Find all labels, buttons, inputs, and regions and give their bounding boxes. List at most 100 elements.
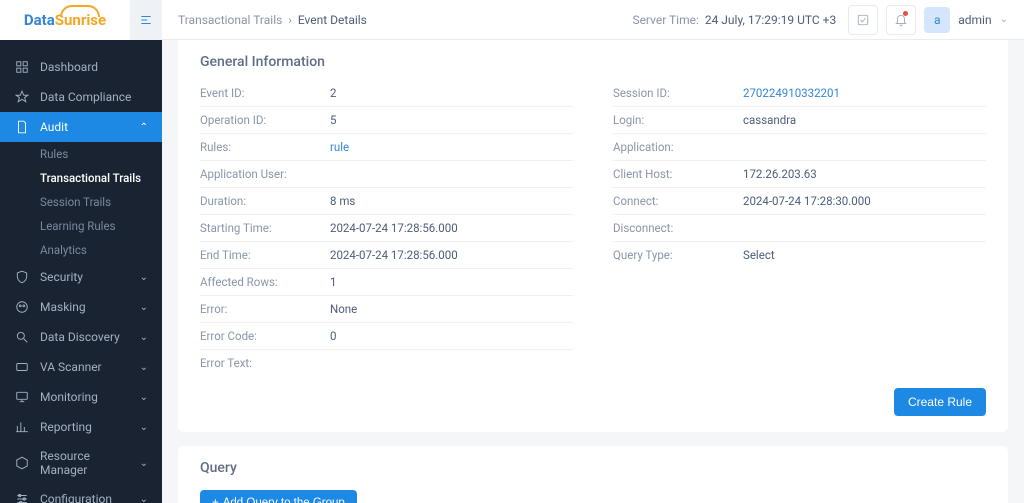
info-value: 1 — [330, 275, 336, 289]
info-left-column: Event ID:2Operation ID:5Rules:ruleApplic… — [200, 80, 573, 376]
info-label: Duration: — [200, 194, 330, 208]
nav: Dashboard Data Compliance Audit ⌃ Rules … — [0, 40, 162, 503]
sidebar-item-label: Dashboard — [40, 60, 98, 74]
info-label: Connect: — [613, 194, 743, 208]
sidebar-item-data-compliance[interactable]: Data Compliance — [0, 82, 162, 112]
sidebar-item-resource-manager[interactable]: Resource Manager ⌄ — [0, 442, 162, 484]
sidebar-item-configuration[interactable]: Configuration ⌄ — [0, 484, 162, 503]
sidebar-item-audit[interactable]: Audit ⌃ — [0, 112, 162, 142]
sidebar-collapse-button[interactable] — [130, 0, 162, 40]
logo[interactable]: DataSunrise — [0, 0, 130, 40]
info-label: Starting Time: — [200, 221, 330, 235]
breadcrumb-current: Event Details — [298, 13, 367, 27]
sidebar-item-reporting[interactable]: Reporting ⌄ — [0, 412, 162, 442]
chevron-down-icon: ⌄ — [140, 332, 148, 343]
info-row: Login:cassandra — [613, 107, 986, 134]
audit-subnav: Rules Transactional Trails Session Trail… — [0, 142, 162, 262]
document-icon — [14, 119, 30, 135]
bell-icon — [894, 13, 908, 27]
shield-icon — [14, 269, 30, 285]
info-label: Error Text: — [200, 356, 330, 370]
info-value: 2 — [330, 86, 336, 100]
user-name: admin — [958, 13, 991, 27]
add-query-button[interactable]: + Add Query to the Group — [200, 490, 357, 503]
info-row: Starting Time:2024-07-24 17:28:56.000 — [200, 215, 573, 242]
info-row: Operation ID:5 — [200, 107, 573, 134]
subnav-analytics[interactable]: Analytics — [0, 238, 162, 262]
chart-icon — [14, 419, 30, 435]
info-row: Rules:rule — [200, 134, 573, 161]
info-value: 172.26.203.63 — [743, 167, 817, 181]
sidebar-item-dashboard[interactable]: Dashboard — [0, 52, 162, 82]
sidebar-item-monitoring[interactable]: Monitoring ⌄ — [0, 382, 162, 412]
info-row: Duration:8 ms — [200, 188, 573, 215]
notifications-button[interactable] — [886, 5, 916, 35]
main: Transactional Trails › Event Details Ser… — [162, 0, 1024, 503]
chevron-down-icon: ⌄ — [140, 362, 148, 373]
sidebar-item-masking[interactable]: Masking ⌄ — [0, 292, 162, 322]
subnav-rules[interactable]: Rules — [0, 142, 162, 166]
resource-icon — [14, 455, 30, 471]
check-icon — [856, 13, 870, 27]
subnav-session-trails[interactable]: Session Trails — [0, 190, 162, 214]
info-row: Application: — [613, 134, 986, 161]
sidebar-item-va-scanner[interactable]: VA Scanner ⌄ — [0, 352, 162, 382]
sidebar-item-label: VA Scanner — [40, 360, 102, 374]
query-title: Query — [200, 460, 986, 476]
sidebar-item-label: Masking — [40, 300, 86, 314]
breadcrumb: Transactional Trails › Event Details — [178, 13, 367, 27]
info-label: Rules: — [200, 140, 330, 154]
chevron-down-icon: ⌄ — [1000, 14, 1008, 25]
checkbox-button[interactable] — [848, 5, 878, 35]
content: General Information Event ID:2Operation … — [162, 40, 1024, 503]
info-label: Application User: — [200, 167, 330, 181]
server-time: Server Time: 24 July, 17:29:19 UTC +3 — [632, 13, 836, 27]
user-menu[interactable]: a admin ⌄ — [924, 7, 1008, 33]
info-row: Affected Rows:1 — [200, 269, 573, 296]
info-label: Event ID: — [200, 86, 330, 100]
sidebar: DataSunrise Dashboard Data Compliance Au… — [0, 0, 162, 503]
chevron-up-icon: ⌃ — [140, 122, 148, 133]
star-icon — [14, 89, 30, 105]
sidebar-item-label: Configuration — [40, 492, 112, 503]
chevron-down-icon: ⌄ — [140, 494, 148, 503]
monitor-icon — [14, 389, 30, 405]
sidebar-item-security[interactable]: Security ⌄ — [0, 262, 162, 292]
sliders-icon — [14, 491, 30, 503]
subnav-transactional-trails[interactable]: Transactional Trails — [0, 166, 162, 190]
info-label: Application: — [613, 140, 743, 154]
info-row: Disconnect: — [613, 215, 986, 242]
mask-icon — [14, 299, 30, 315]
info-row: End Time:2024-07-24 17:28:56.000 — [200, 242, 573, 269]
query-card: Query + Add Query to the Group select * … — [178, 446, 1008, 503]
info-label: Disconnect: — [613, 221, 743, 235]
chevron-down-icon: ⌄ — [140, 272, 148, 283]
chevron-down-icon: ⌄ — [140, 392, 148, 403]
info-row: Query Type:Select — [613, 242, 986, 268]
general-info-title: General Information — [200, 54, 986, 70]
subnav-learning-rules[interactable]: Learning Rules — [0, 214, 162, 238]
info-value: Select — [743, 248, 775, 262]
info-value[interactable]: rule — [330, 140, 349, 154]
sidebar-item-label: Audit — [40, 120, 68, 134]
logo-row: DataSunrise — [0, 0, 162, 40]
info-value[interactable]: 270224910332201 — [743, 86, 840, 100]
info-label: End Time: — [200, 248, 330, 262]
create-rule-button[interactable]: Create Rule — [894, 388, 986, 416]
info-row: Session ID:270224910332201 — [613, 80, 986, 107]
general-info-card: General Information Event ID:2Operation … — [178, 40, 1008, 432]
avatar: a — [924, 7, 950, 33]
info-value: None — [330, 302, 357, 316]
info-label: Operation ID: — [200, 113, 330, 127]
info-value: cassandra — [743, 113, 796, 127]
info-row: Application User: — [200, 161, 573, 188]
chevron-down-icon: ⌄ — [140, 458, 148, 469]
sidebar-item-label: Data Compliance — [40, 90, 131, 104]
search-icon — [14, 329, 30, 345]
info-label: Login: — [613, 113, 743, 127]
breadcrumb-parent[interactable]: Transactional Trails — [178, 13, 282, 27]
info-label: Error Code: — [200, 329, 330, 343]
info-right-column: Session ID:270224910332201Login:cassandr… — [613, 80, 986, 376]
sidebar-item-data-discovery[interactable]: Data Discovery ⌄ — [0, 322, 162, 352]
info-label: Session ID: — [613, 86, 743, 100]
